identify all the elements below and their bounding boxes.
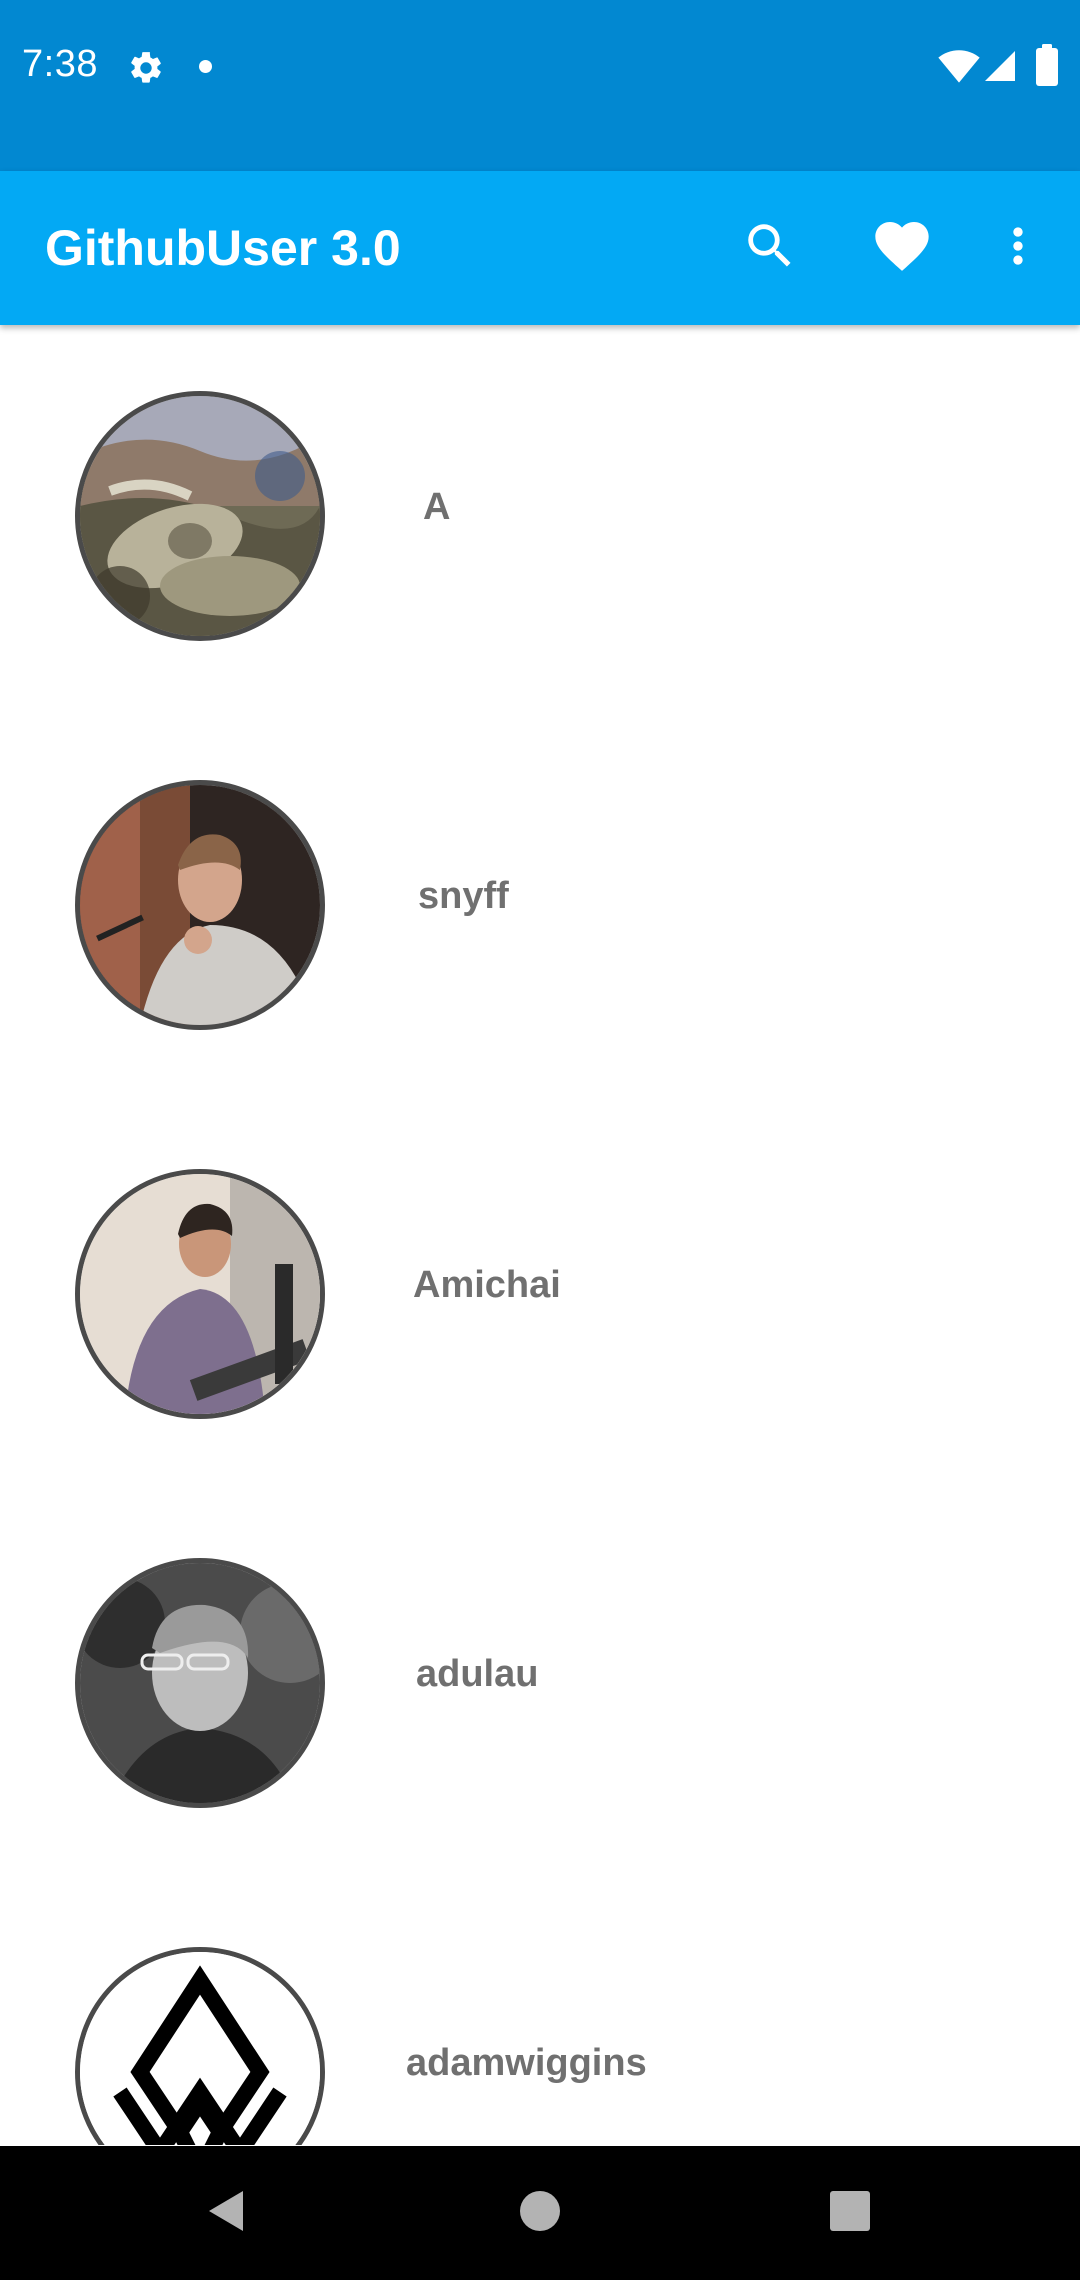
home-icon [519, 2190, 561, 2237]
back-icon [205, 2189, 245, 2238]
recents-icon [830, 2190, 870, 2236]
battery-icon [1036, 44, 1058, 86]
user-list-item[interactable]: Amichai [0, 1103, 1080, 1492]
nav-home-button[interactable] [490, 2166, 590, 2260]
user-list-item[interactable]: adamwiggins [0, 1881, 1080, 2145]
user-login: A [423, 486, 451, 528]
cell-signal-icon [982, 48, 1018, 84]
favorites-button[interactable] [852, 198, 952, 298]
notification-dot-icon [199, 60, 212, 73]
user-login: adulau [416, 1653, 539, 1695]
more-vert-icon [990, 218, 1046, 279]
screen: 7:38 GithubUser 3.0 A snyff Amichai adul… [0, 0, 1080, 2280]
app-bar: GithubUser 3.0 [0, 171, 1080, 325]
user-list[interactable]: A snyff Amichai adulau adamwiggins [0, 325, 1080, 2145]
search-button[interactable] [720, 198, 820, 298]
user-login: adamwiggins [406, 2042, 647, 2084]
navigation-bar [0, 2146, 1080, 2280]
search-icon [741, 217, 799, 280]
user-list-item[interactable]: adulau [0, 1492, 1080, 1881]
overflow-menu-button[interactable] [970, 198, 1066, 298]
wifi-icon [938, 48, 980, 84]
user-list-item[interactable]: snyff [0, 714, 1080, 1103]
user-list-item[interactable]: A [0, 325, 1080, 714]
app-title: GithubUser 3.0 [45, 220, 401, 276]
heart-icon [870, 214, 934, 283]
user-login: snyff [418, 875, 509, 917]
nav-recents-button[interactable] [800, 2166, 900, 2260]
user-login: Amichai [413, 1264, 561, 1306]
status-time: 7:38 [22, 43, 98, 85]
nav-back-button[interactable] [175, 2166, 275, 2260]
gear-icon [127, 49, 165, 87]
status-bar: 7:38 [0, 0, 1080, 171]
